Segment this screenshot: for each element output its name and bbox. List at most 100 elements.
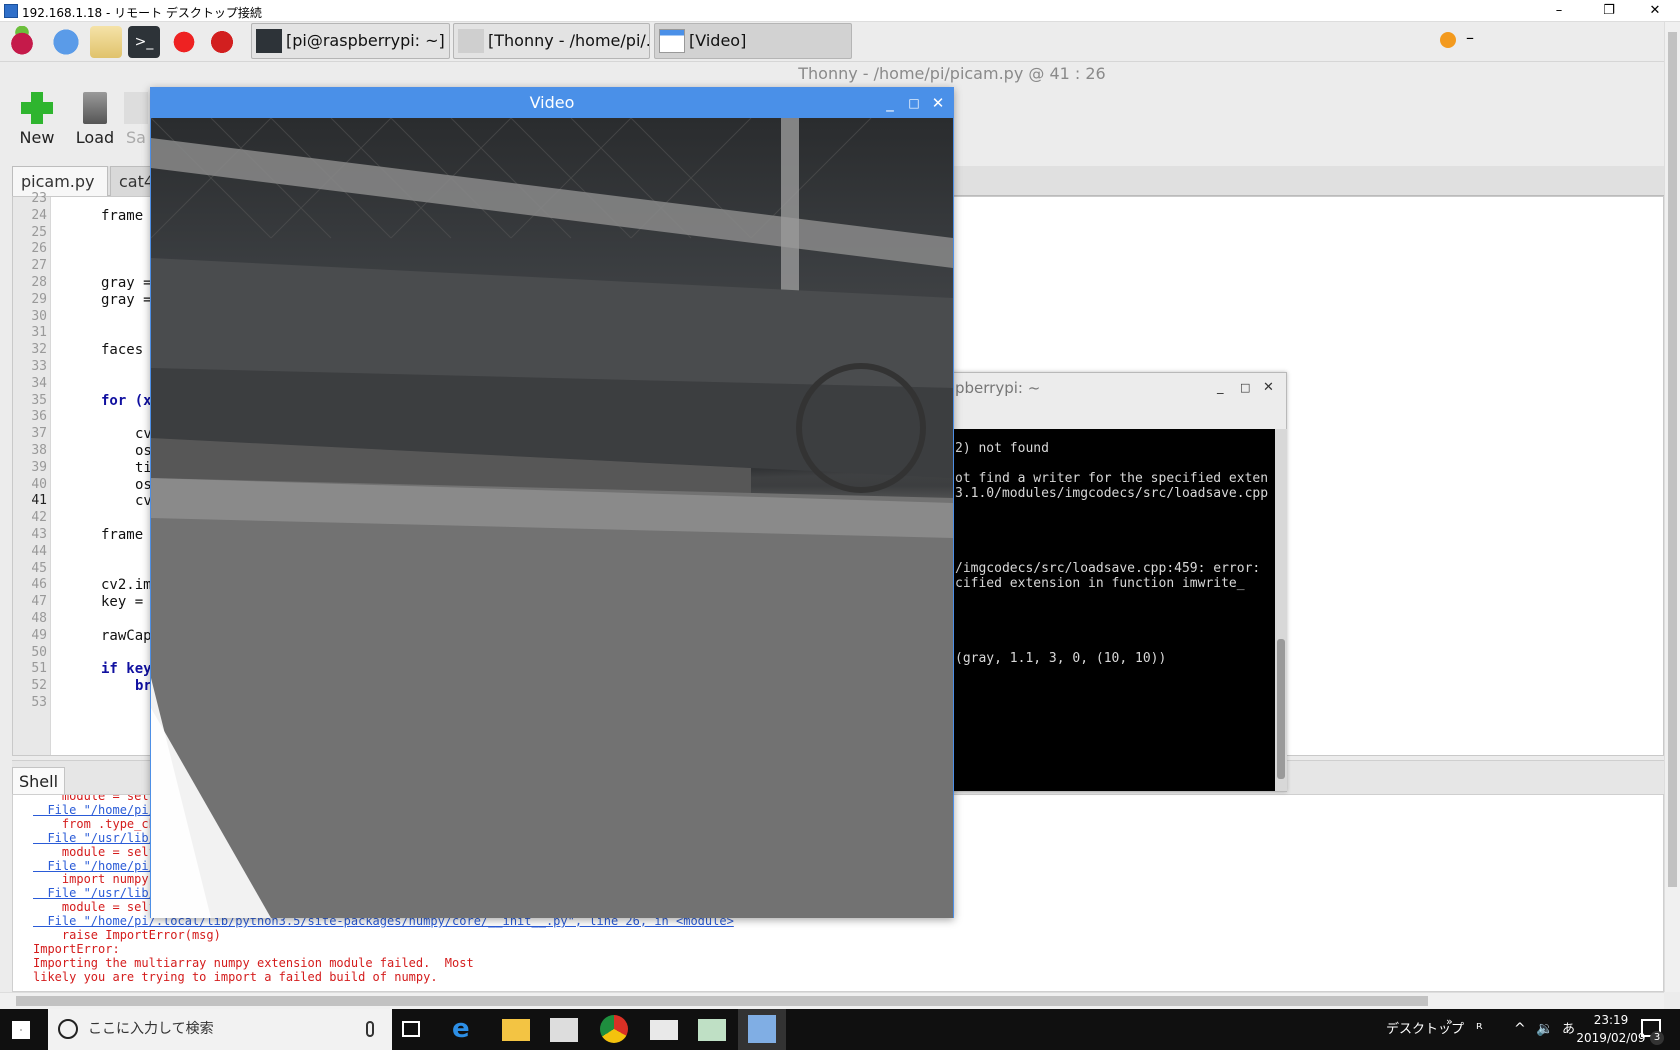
clock-time[interactable]: 23:19 (1576, 1013, 1646, 1027)
shell-line: from .type_ch (33, 816, 156, 831)
speaker-icon[interactable]: 🔉 (1536, 1009, 1553, 1050)
mathematica-icon[interactable] (168, 26, 200, 58)
wolfram-icon[interactable] (206, 26, 238, 58)
task-label: [pi@raspberrypi: ~] (286, 31, 445, 50)
line-number: 30 (31, 308, 47, 324)
terminal-icon[interactable]: >_ (128, 26, 160, 58)
code-line: faces (101, 342, 144, 359)
file-manager-folder-icon[interactable] (90, 26, 122, 58)
search-placeholder: ここに入力して検索 (88, 1021, 214, 1037)
shell-line: Importing the multiarray numpy extension… (33, 955, 474, 970)
line-number: 52 (31, 678, 47, 694)
video-minimize-button[interactable]: _ (879, 88, 901, 118)
line-number: 40 (31, 476, 47, 492)
terminal-line: 2) not found (955, 441, 1049, 456)
outer-hscroll-thumb[interactable] (16, 996, 1428, 1006)
line-number: 48 (31, 611, 47, 626)
raspberry-menu-icon[interactable] (6, 26, 38, 58)
terminal-minimize-button[interactable]: _ (1217, 373, 1224, 403)
task-video[interactable]: [Video] (654, 23, 852, 59)
shell-line: likely you are trying to import a failed… (33, 969, 438, 984)
rdp-restore-button[interactable]: ❐ (1586, 0, 1632, 22)
shell-traceback-link[interactable]: File "/usr/lib/ (33, 886, 155, 900)
code-line: frame (101, 207, 144, 224)
browser-globe-icon[interactable] (50, 26, 82, 58)
outer-vscroll-thumb[interactable] (1668, 32, 1677, 887)
code-line: gray = (101, 275, 152, 291)
task-terminal[interactable]: [pi@raspberrypi: ~] (251, 23, 450, 59)
video-title-bar[interactable]: Video _ □ ✕ (151, 88, 953, 118)
mail-icon[interactable] (650, 1020, 678, 1040)
load-button[interactable]: Load (70, 92, 120, 147)
video-window[interactable]: Video _ □ ✕ (150, 87, 954, 918)
line-number: 34 (31, 375, 47, 391)
rdp-close-button[interactable]: ✕ (1632, 0, 1678, 22)
video-task-icon (659, 29, 685, 53)
shell-line: module = self (33, 900, 156, 915)
code-line: key = (101, 594, 144, 611)
code-line: frame (101, 527, 144, 543)
rdp-title-text: 192.168.1.18 - リモート デスクトップ接続 (22, 6, 262, 20)
chrome-icon[interactable] (600, 1015, 628, 1043)
shell-traceback-link[interactable]: File "/home/pi/ (33, 803, 155, 817)
terminal-line: /imgcodecs/src/loadsave.cpp:459: error: (955, 561, 1261, 576)
line-number: 46 (31, 577, 47, 593)
terminal-scrollbar[interactable] (1275, 429, 1287, 791)
terminal-output[interactable]: 2) not found ot find a writer for the spe… (943, 429, 1275, 791)
load-label: Load (75, 128, 115, 147)
save-icon (124, 92, 148, 124)
thonny-task-icon (458, 29, 484, 53)
outer-horizontal-scrollbar[interactable] (0, 992, 1664, 1009)
line-number: 28 (31, 275, 47, 290)
shell-traceback-link[interactable]: File "/home/pi/ (33, 859, 155, 873)
line-number: 23 (31, 191, 47, 206)
task-view-icon[interactable] (402, 1021, 420, 1037)
app-window-icon[interactable] (698, 1019, 726, 1041)
terminal-line: cified extension in function imwrite_ (955, 576, 1245, 591)
terminal-title: pberrypi: ~ (955, 379, 1041, 397)
video-close-button[interactable]: ✕ (927, 88, 949, 118)
edge-icon[interactable]: e (452, 1015, 480, 1043)
load-icon (83, 92, 107, 124)
outer-vertical-scrollbar[interactable] (1664, 22, 1680, 992)
toolbar-expand-icon[interactable]: » (1446, 1001, 1453, 1042)
line-number: 25 (31, 224, 47, 240)
terminal-line: ot find a writer for the specified exten (955, 471, 1269, 486)
new-button[interactable]: New (12, 92, 62, 147)
store-bag-icon[interactable] (550, 1018, 578, 1042)
task-label: [Thonny - /home/pi/... (488, 31, 650, 50)
terminal-close-button[interactable]: ✕ (1263, 373, 1274, 403)
line-number: 47 (31, 594, 47, 610)
shell-traceback-link[interactable]: File "/usr/lib/ (33, 831, 155, 845)
terminal-title-bar[interactable]: pberrypi: ~ _ □ ✕ (943, 373, 1286, 403)
line-number: 27 (31, 258, 47, 274)
windows-start-icon[interactable] (12, 1021, 30, 1039)
code-line: rawCap (101, 627, 152, 644)
microphone-icon[interactable] (366, 1021, 374, 1037)
tray-update-icon[interactable] (1440, 32, 1456, 48)
explorer-folder-icon[interactable] (502, 1019, 530, 1041)
shell-line: ImportError: (33, 941, 120, 956)
terminal-window[interactable]: pberrypi: ~ _ □ ✕ 2) not found ot find a … (942, 372, 1287, 792)
line-number: 53 (31, 695, 47, 710)
notification-count: 3 (1650, 1031, 1664, 1045)
task-thonny[interactable]: [Thonny - /home/pi/... (453, 23, 650, 59)
shell-line: raise ImportError(msg) (33, 928, 221, 942)
code-line: cv2.im (101, 577, 152, 594)
video-maximize-button[interactable]: □ (903, 88, 925, 118)
rdp-minimize-button[interactable]: – (1536, 0, 1582, 22)
terminal-maximize-button[interactable]: □ (1240, 373, 1250, 403)
line-number: 24 (31, 207, 47, 223)
people-icon[interactable]: ᴿ (1476, 1009, 1483, 1050)
tray-chevron-icon[interactable]: ^ (1514, 1009, 1526, 1050)
tray-dash[interactable]: – (1466, 28, 1474, 47)
terminal-scroll-thumb[interactable] (1277, 639, 1285, 779)
line-number: 38 (31, 443, 47, 458)
tab-shell[interactable]: Shell (12, 767, 66, 795)
taskbar-search-box[interactable]: ここに入力して検索 (48, 1009, 392, 1050)
line-number: 35 (31, 392, 47, 408)
save-button[interactable]: Sa (124, 92, 148, 147)
camera-scene (151, 118, 953, 918)
code-line: if key (101, 661, 152, 678)
task-label: [Video] (689, 31, 747, 50)
